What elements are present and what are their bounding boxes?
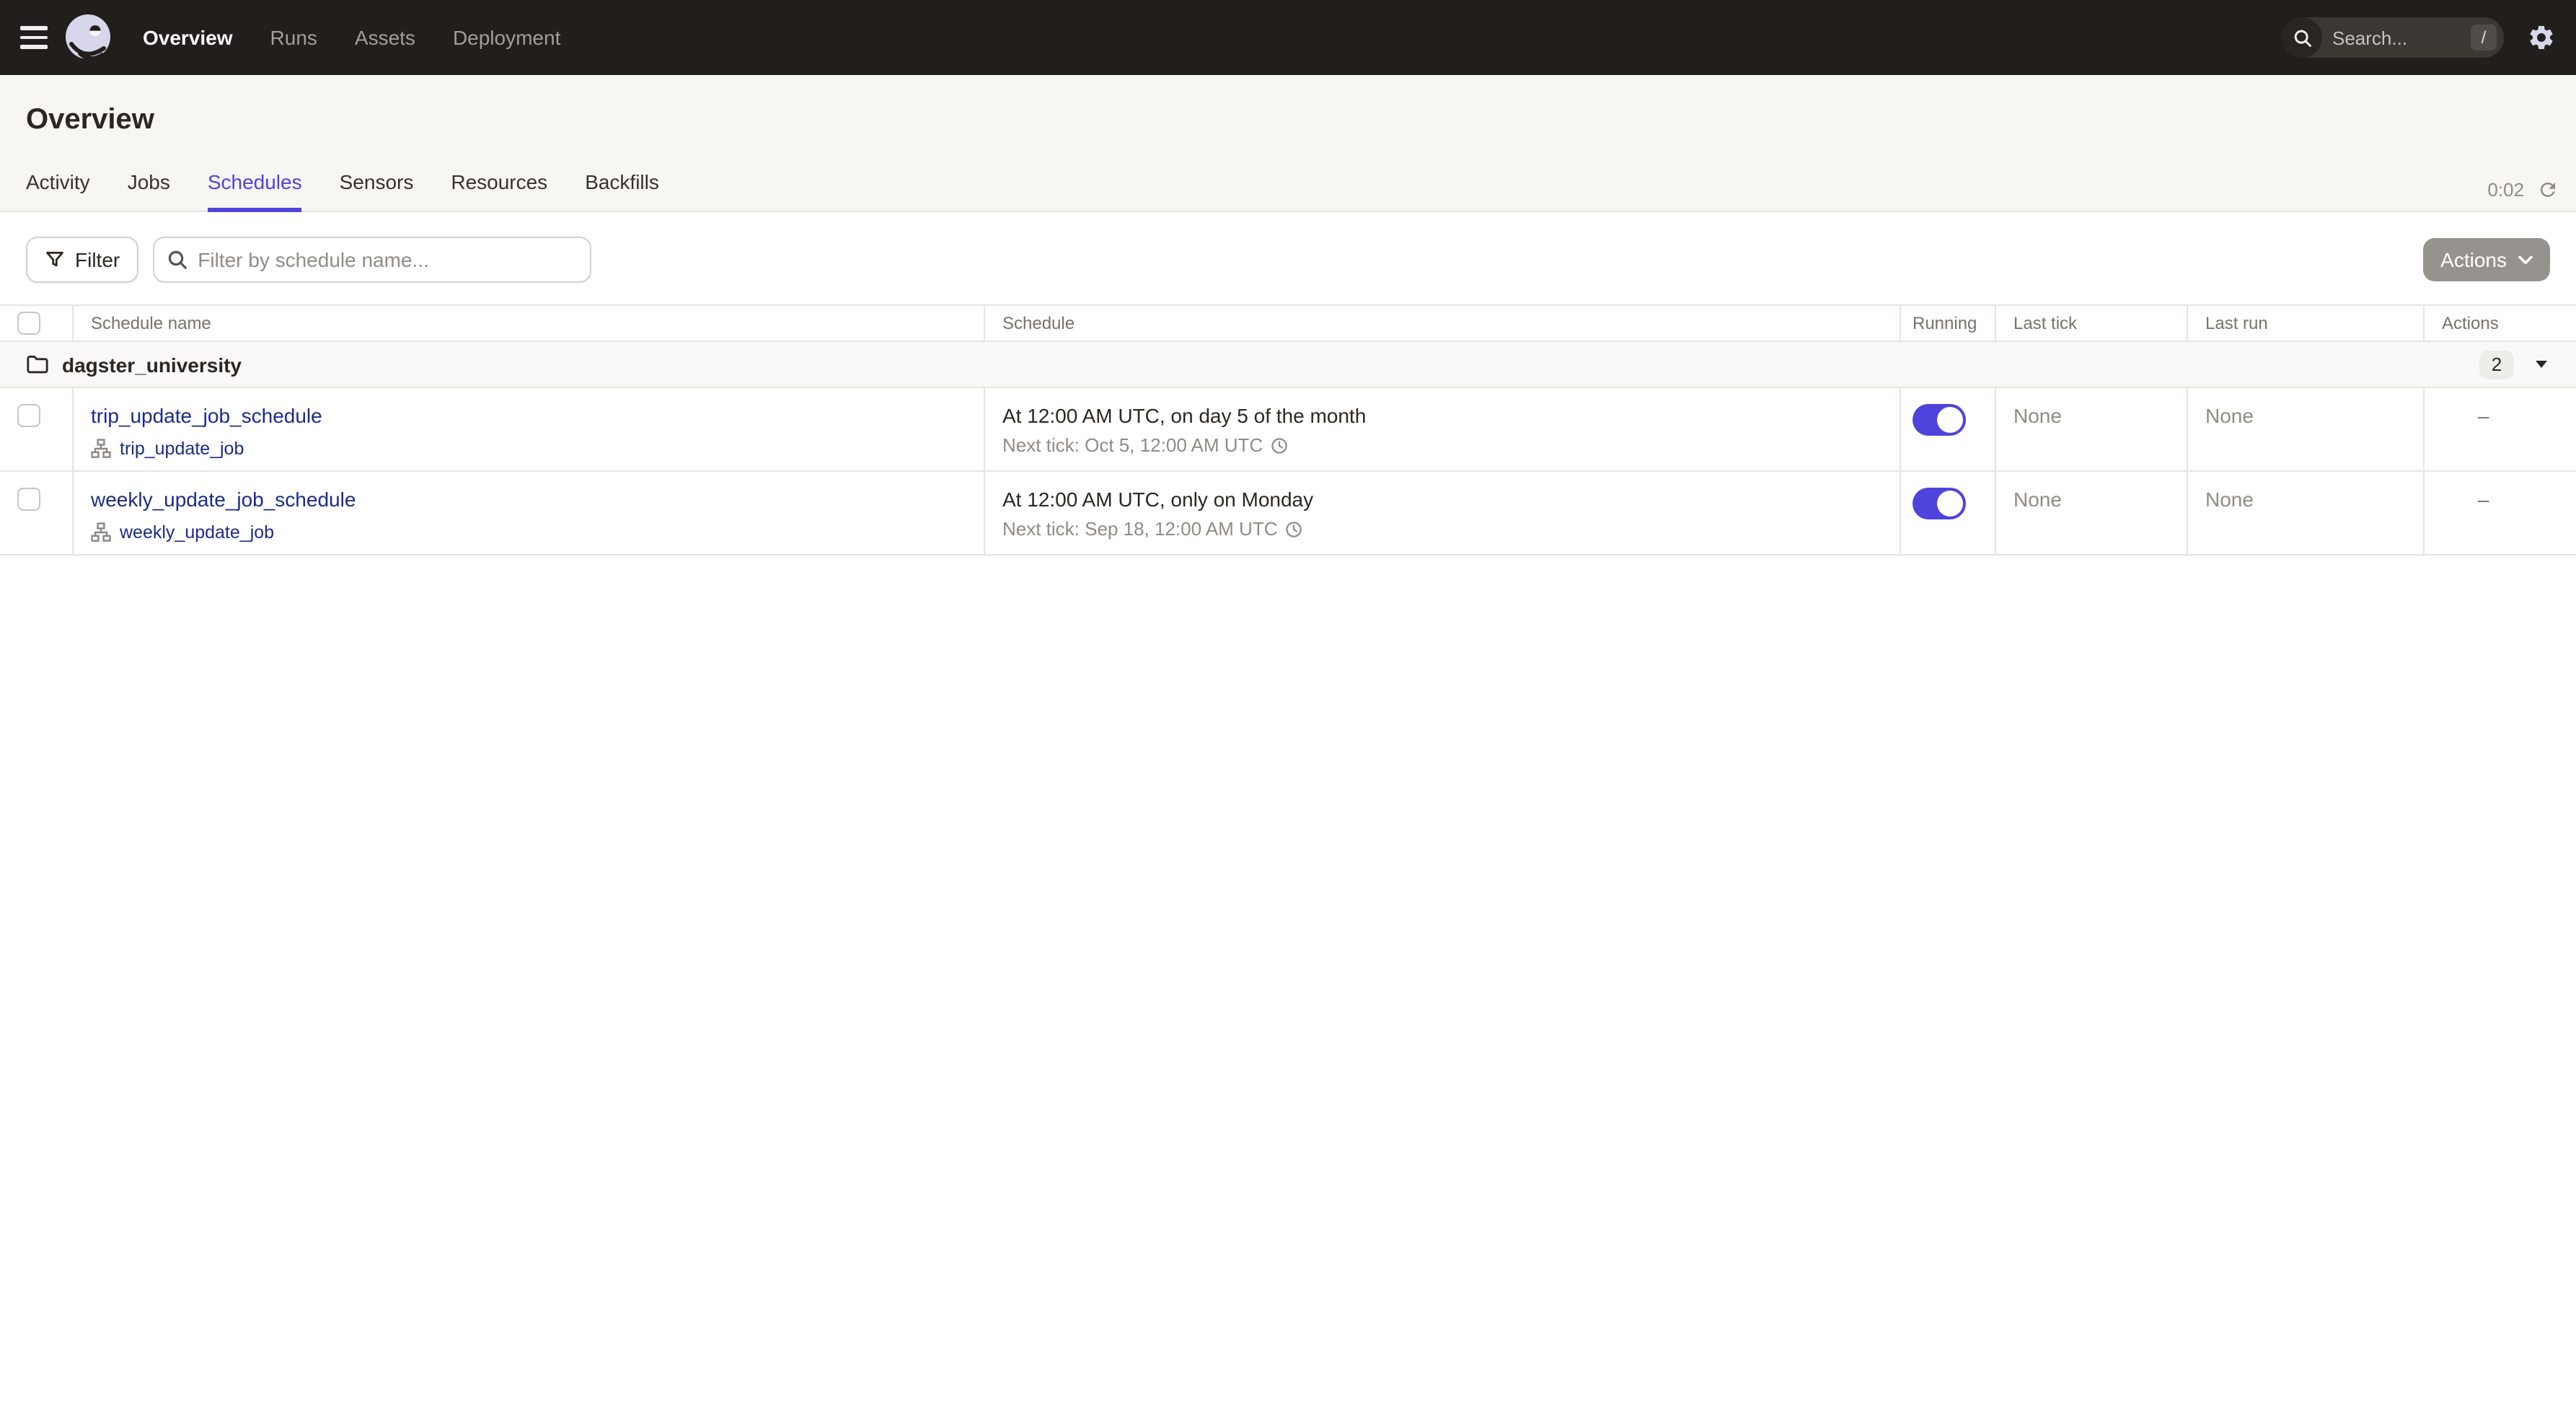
last-tick-value: None — [2013, 488, 2062, 511]
next-tick-text: Next tick: Oct 5, 12:00 AM UTC — [1002, 434, 1263, 456]
refresh-area: 0:02 — [2487, 179, 2559, 201]
funnel-icon — [46, 251, 63, 267]
last-tick-cell: None — [1996, 388, 2188, 470]
gear-icon — [2530, 25, 2553, 49]
refresh-countdown: 0:02 — [2487, 179, 2524, 201]
last-run-cell: None — [2188, 472, 2425, 554]
running-toggle-on[interactable] — [1913, 488, 1966, 519]
column-header-running: Running — [1901, 306, 1996, 341]
job-link[interactable]: trip_update_job — [120, 439, 244, 459]
schedule-name-cell: trip_update_job_schedule trip_update_job — [74, 388, 985, 470]
refresh-icon[interactable] — [2537, 179, 2559, 201]
row-checkbox[interactable] — [17, 488, 40, 511]
filter-button-label: Filter — [75, 248, 120, 271]
nav-item-overview[interactable]: Overview — [143, 26, 233, 49]
nav-item-deployment[interactable]: Deployment — [453, 26, 560, 49]
schedules-toolbar: Filter Actions — [26, 237, 2550, 283]
job-icon — [91, 439, 111, 458]
search-icon — [169, 250, 188, 269]
clock-icon — [1271, 437, 1287, 453]
menu-button[interactable] — [20, 26, 48, 49]
tab-activity[interactable]: Activity — [26, 154, 90, 212]
row-checkbox[interactable] — [17, 404, 40, 427]
dagster-app: Overview Runs Assets Deployment / Overvi… — [0, 0, 2576, 1401]
group-name: dagster_university — [62, 353, 242, 376]
column-header-schedule: Schedule — [985, 306, 1901, 341]
global-search-input[interactable] — [2322, 27, 2471, 48]
column-header-schedule-name: Schedule name — [74, 306, 985, 341]
search-shortcut-badge: / — [2471, 25, 2497, 50]
schedules-table: Schedule name Schedule Running Last tick… — [0, 304, 2576, 555]
last-tick-value: None — [2013, 404, 2062, 427]
column-header-last-tick: Last tick — [1996, 306, 2188, 341]
running-cell — [1901, 472, 1996, 554]
chevron-down-icon — [2518, 255, 2533, 264]
tab-backfills[interactable]: Backfills — [585, 154, 659, 212]
actions-button[interactable]: Actions — [2423, 238, 2550, 281]
schedule-link[interactable]: weekly_update_job_schedule — [91, 488, 356, 511]
tab-jobs[interactable]: Jobs — [128, 154, 170, 212]
page-title: Overview — [26, 104, 154, 136]
dagster-logo-icon — [63, 13, 113, 62]
overview-tabs: Activity Jobs Schedules Sensors Resource… — [26, 154, 659, 212]
search-icon — [2282, 17, 2322, 58]
settings-button[interactable] — [2527, 23, 2556, 52]
schedule-filter-input[interactable] — [153, 237, 592, 283]
tab-resources[interactable]: Resources — [451, 154, 547, 212]
running-toggle-on[interactable] — [1913, 404, 1966, 436]
tab-schedules[interactable]: Schedules — [207, 154, 302, 212]
group-count-badge: 2 — [2479, 350, 2514, 379]
schedule-name-cell: weekly_update_job_schedule weekly_update… — [74, 472, 985, 554]
next-tick-text: Next tick: Sep 18, 12:00 AM UTC — [1002, 518, 1278, 540]
column-header-last-run: Last run — [2188, 306, 2425, 341]
schedule-link[interactable]: trip_update_job_schedule — [91, 404, 322, 427]
folder-icon — [27, 356, 48, 374]
top-nav: Overview Runs Assets Deployment / — [0, 0, 2576, 75]
collapse-caret-icon[interactable] — [2536, 361, 2547, 368]
row-actions-placeholder: – — [2478, 404, 2489, 427]
hamburger-icon — [20, 26, 48, 30]
group-row-dagster-university[interactable]: dagster_university 2 — [0, 342, 2576, 388]
schedule-cell: At 12:00 AM UTC, only on Monday Next tic… — [985, 472, 1901, 554]
running-cell — [1901, 388, 1996, 470]
column-header-actions: Actions — [2442, 313, 2499, 333]
last-tick-cell: None — [1996, 472, 2188, 554]
filter-button[interactable]: Filter — [26, 237, 139, 283]
last-run-value: None — [2205, 404, 2254, 427]
clock-icon — [1285, 521, 1302, 537]
schedule-description: At 12:00 AM UTC, on day 5 of the month — [1002, 404, 1367, 427]
table-header-row: Schedule name Schedule Running Last tick… — [0, 306, 2576, 342]
table-row: weekly_update_job_schedule weekly_update… — [0, 472, 2576, 555]
schedule-description: At 12:00 AM UTC, only on Monday — [1002, 488, 1314, 511]
row-actions-cell: – — [2425, 472, 2576, 554]
table-row: trip_update_job_schedule trip_update_job… — [0, 388, 2576, 472]
last-run-cell: None — [2188, 388, 2425, 470]
last-run-value: None — [2205, 488, 2254, 511]
nav-links: Overview Runs Assets Deployment — [143, 26, 560, 49]
nav-item-assets[interactable]: Assets — [355, 26, 415, 49]
nav-item-runs[interactable]: Runs — [270, 26, 317, 49]
global-search[interactable]: / — [2282, 17, 2504, 58]
row-actions-placeholder: – — [2478, 488, 2489, 511]
page-header: Overview Activity Jobs Schedules Sensors… — [0, 75, 2576, 212]
actions-button-label: Actions — [2440, 248, 2507, 271]
schedule-filter — [153, 237, 592, 283]
job-icon — [91, 522, 111, 542]
tab-sensors[interactable]: Sensors — [340, 154, 414, 212]
schedule-cell: At 12:00 AM UTC, on day 5 of the month N… — [985, 388, 1901, 470]
job-link[interactable]: weekly_update_job — [120, 522, 274, 543]
row-actions-cell: – — [2425, 388, 2576, 470]
select-all-checkbox[interactable] — [17, 312, 40, 335]
group-row-controls: 2 — [2479, 350, 2547, 379]
